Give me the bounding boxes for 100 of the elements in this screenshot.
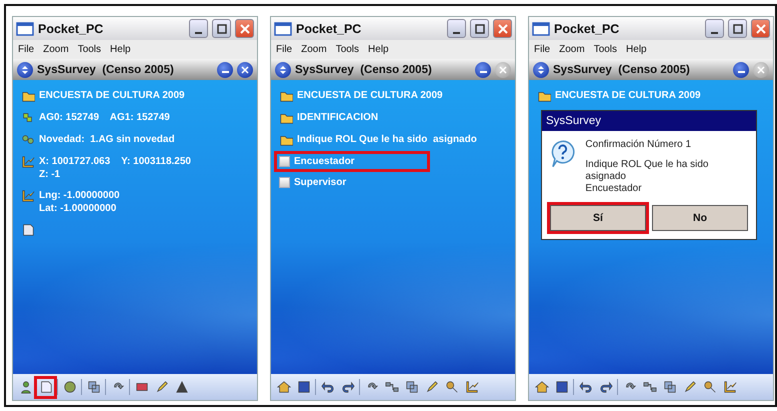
network-icon xyxy=(384,380,398,394)
pencil-icon xyxy=(424,380,438,394)
app-menu-button[interactable] xyxy=(17,62,33,78)
pencil-icon xyxy=(154,380,168,394)
close-icon xyxy=(240,24,250,34)
windows-icon xyxy=(86,380,100,394)
maximize-icon xyxy=(732,24,742,34)
close-icon xyxy=(756,24,766,34)
toolbar-button[interactable] xyxy=(533,378,550,396)
minimize-button[interactable] xyxy=(447,19,466,38)
menu-item[interactable]: Zoom xyxy=(301,44,327,55)
minimize-icon xyxy=(195,32,202,34)
home-icon xyxy=(276,380,290,394)
search-icon xyxy=(702,380,716,394)
up-down-arrows-icon xyxy=(537,66,545,74)
minimize-button[interactable] xyxy=(475,62,491,78)
maximize-button[interactable] xyxy=(728,19,747,38)
window-icon xyxy=(532,22,550,36)
checkbox[interactable] xyxy=(279,177,290,188)
item-text: AG0: 152749 AG1: 152749 xyxy=(39,111,170,124)
app-title: SysSurvey (Censo 2005) xyxy=(37,64,175,76)
item-text: Lat: -1.00000000 xyxy=(39,202,118,215)
chart-icon xyxy=(21,155,35,169)
menu-item[interactable]: File xyxy=(276,44,292,55)
menu-item[interactable]: Help xyxy=(110,44,131,55)
window-title: Pocket_PC xyxy=(296,22,362,36)
network-icon xyxy=(642,380,656,394)
checkbox[interactable] xyxy=(279,156,290,167)
item-text: Supervisor xyxy=(294,176,346,189)
item-text: Lng: -1.00000000 xyxy=(39,189,120,202)
minimize-icon xyxy=(738,71,744,73)
pencil-icon xyxy=(682,380,696,394)
item-text: Indique ROL Que le ha sido asignado xyxy=(297,133,477,146)
search-icon xyxy=(444,380,458,394)
save-icon xyxy=(296,380,310,394)
dialog-button[interactable]: No xyxy=(652,205,748,231)
menu-item[interactable]: Help xyxy=(368,44,389,55)
menu-item[interactable]: Tools xyxy=(594,44,618,55)
chart-icon xyxy=(21,189,35,203)
item-text: ENCUESTA DE CULTURA 2009 xyxy=(39,89,185,102)
question-icon xyxy=(550,139,576,169)
close-button[interactable] xyxy=(235,19,254,38)
close-button[interactable] xyxy=(237,62,253,78)
windows-icon xyxy=(404,380,418,394)
undo-icon xyxy=(578,380,592,394)
window-icon xyxy=(274,22,292,36)
window-title: Pocket_PC xyxy=(38,22,104,36)
app-title: SysSurvey (Censo 2005) xyxy=(295,64,433,76)
toolbar-button[interactable] xyxy=(577,378,594,396)
maximize-icon xyxy=(216,24,226,34)
minimize-button[interactable] xyxy=(189,19,208,38)
app-menu-button[interactable] xyxy=(275,62,291,78)
toolbar-button[interactable] xyxy=(319,378,336,396)
folder-icon xyxy=(279,111,293,125)
close-icon xyxy=(241,66,249,74)
close-icon xyxy=(757,66,765,74)
dialog-button[interactable]: Sí xyxy=(550,205,646,231)
minimize-icon xyxy=(222,71,228,73)
toolbar-button[interactable] xyxy=(275,378,292,396)
close-icon xyxy=(498,24,508,34)
folder-icon xyxy=(279,133,293,147)
folder-icon xyxy=(279,89,293,103)
dialog-title: SysSurvey xyxy=(542,111,756,131)
menu-item[interactable]: File xyxy=(18,44,34,55)
minimize-icon xyxy=(480,71,486,73)
window-title: Pocket_PC xyxy=(554,22,620,36)
item-text: Encuestador xyxy=(294,155,355,168)
maximize-button[interactable] xyxy=(470,19,489,38)
minimize-icon xyxy=(711,32,718,34)
item-text: ENCUESTA DE CULTURA 2009 xyxy=(555,89,701,102)
home-icon xyxy=(534,380,548,394)
item-text: Novedad: 1.AG sin novedad xyxy=(39,133,175,146)
maximize-button[interactable] xyxy=(212,19,231,38)
menu-item[interactable]: Zoom xyxy=(43,44,69,55)
save-icon xyxy=(554,380,568,394)
document-icon xyxy=(38,380,52,394)
menu-item[interactable]: Tools xyxy=(78,44,102,55)
minimize-button[interactable] xyxy=(705,19,724,38)
redo-icon xyxy=(598,380,612,394)
close-button[interactable] xyxy=(493,19,512,38)
redo-icon xyxy=(340,380,354,394)
up-down-arrows-icon xyxy=(279,66,287,74)
dialog-heading: Confirmación Número 1 xyxy=(585,139,692,151)
minimize-button[interactable] xyxy=(733,62,749,78)
close-icon xyxy=(499,66,507,74)
app-menu-button[interactable] xyxy=(533,62,549,78)
menu-item[interactable]: Help xyxy=(626,44,647,55)
app-title: SysSurvey (Censo 2005) xyxy=(553,64,691,76)
folder-icon xyxy=(21,89,35,103)
close-button[interactable] xyxy=(751,19,770,38)
menu-item[interactable]: Zoom xyxy=(559,44,585,55)
folder-icon xyxy=(537,89,551,103)
puzzle-icon xyxy=(21,111,35,125)
menu-item[interactable]: File xyxy=(534,44,550,55)
globe-icon xyxy=(62,380,76,394)
item-text: Z: -1 xyxy=(39,168,62,181)
maximize-icon xyxy=(474,24,484,34)
person-icon xyxy=(18,380,32,394)
menu-item[interactable]: Tools xyxy=(336,44,360,55)
minimize-button[interactable] xyxy=(217,62,233,78)
